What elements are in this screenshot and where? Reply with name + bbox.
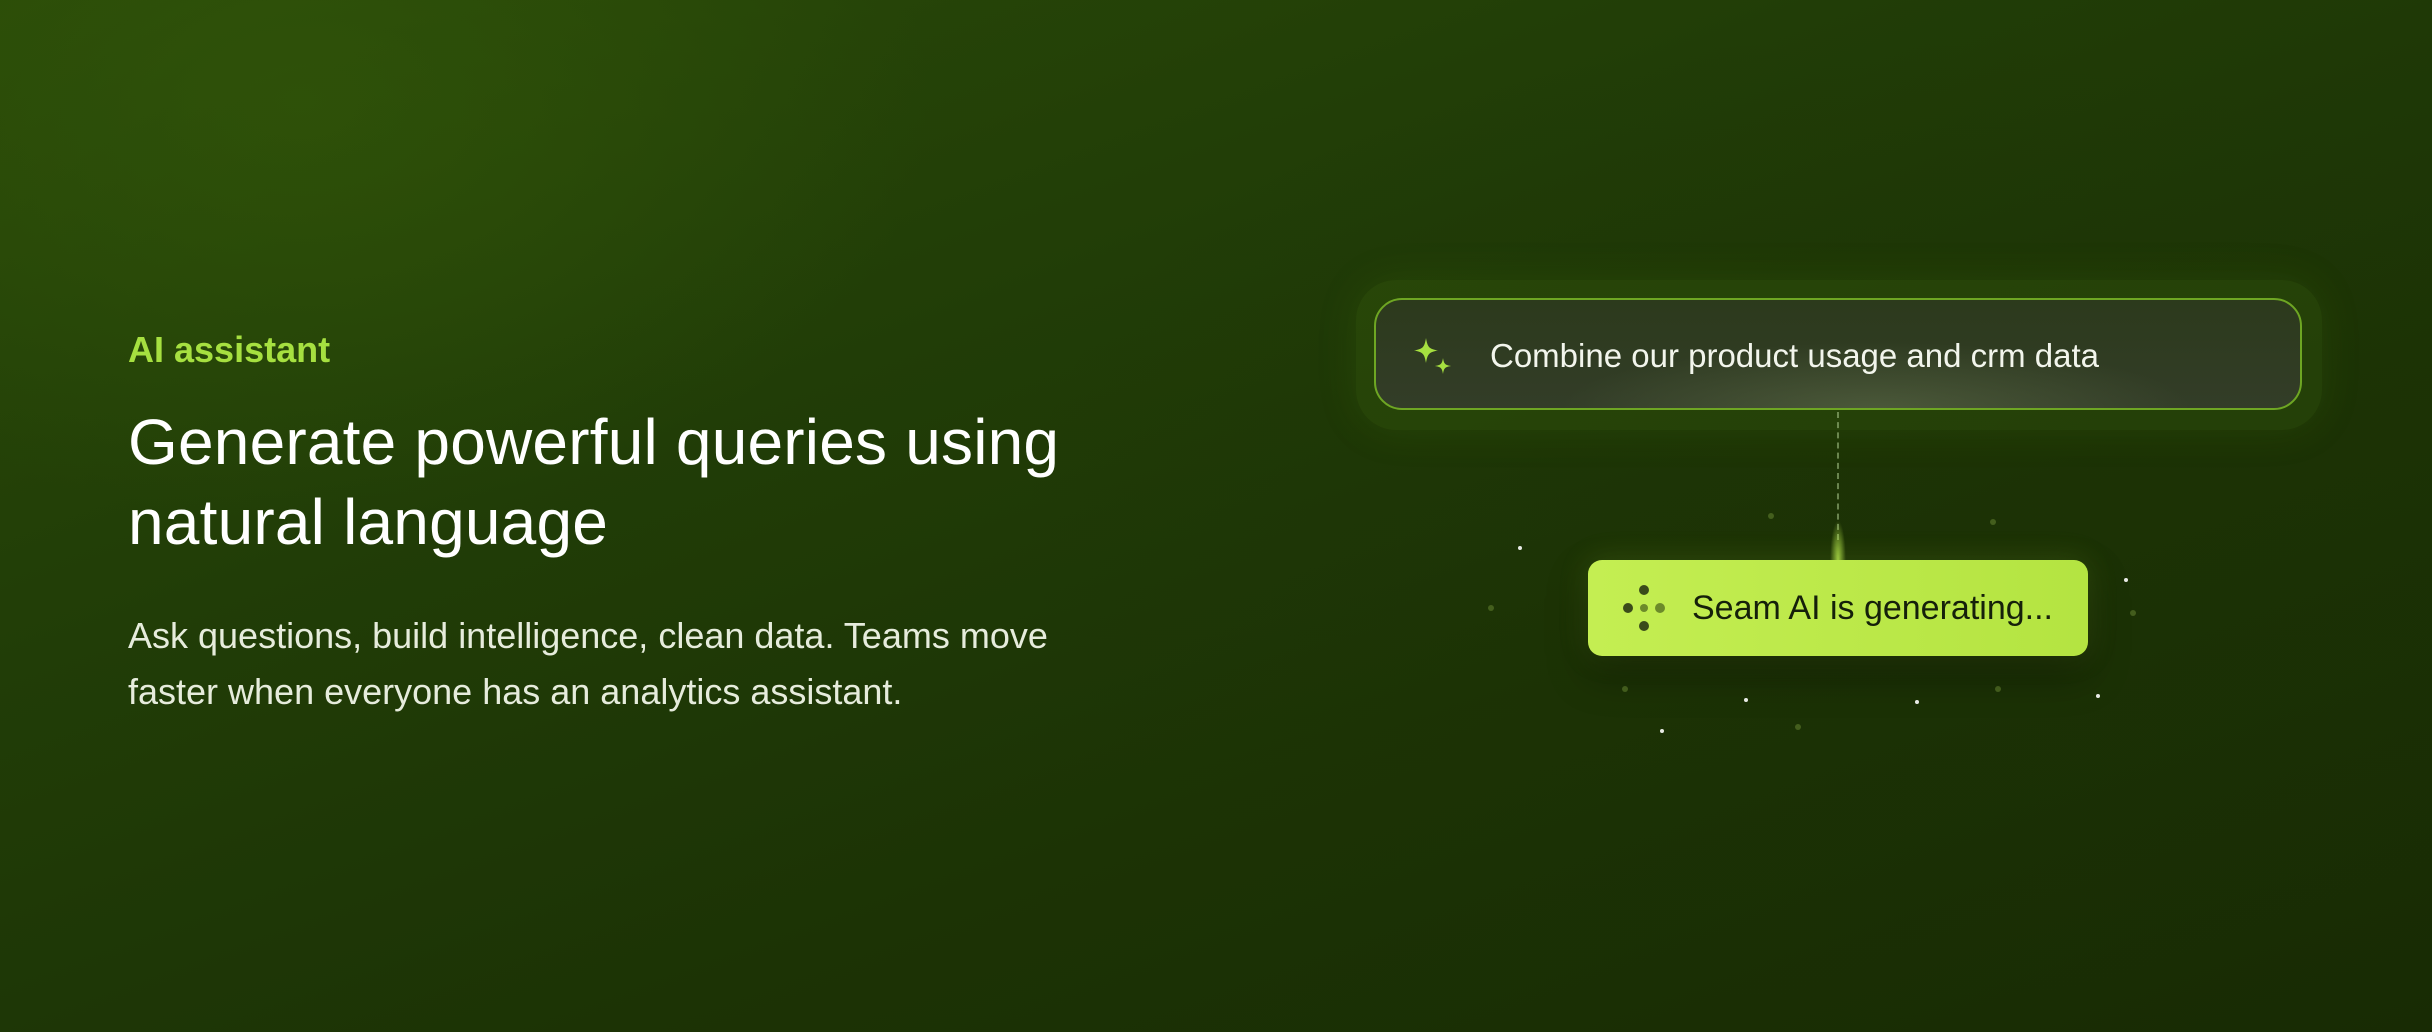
particle: [1795, 724, 1801, 730]
particle: [1995, 686, 2001, 692]
sparkle-icon: [1408, 334, 1456, 382]
particle: [1990, 519, 1996, 525]
hero-section: AI assistant Generate powerful queries u…: [128, 320, 1128, 720]
section-eyebrow: AI assistant: [128, 329, 331, 370]
particle: [2124, 578, 2128, 582]
particle: [1915, 700, 1919, 704]
connector-glow: [1830, 520, 1846, 560]
hero-subtext: Ask questions, build intelligence, clean…: [128, 615, 1048, 712]
prompt-text: Combine our product usage and crm data: [1490, 337, 2100, 374]
particle: [1744, 698, 1748, 702]
particle: [2130, 610, 2136, 616]
status-text: Seam AI is generating...: [1692, 589, 2053, 627]
hero-headline: Generate powerful queries using natural …: [128, 406, 1060, 558]
particle: [1622, 686, 1628, 692]
particle: [1768, 513, 1774, 519]
particle: [1518, 546, 1522, 550]
particle: [1488, 605, 1494, 611]
particle: [1660, 729, 1664, 733]
ai-demo-widget: Combine our product usage and crm data S…: [1356, 280, 2322, 740]
generating-status-pill: Seam AI is generating...: [1588, 560, 2088, 656]
particle: [2096, 694, 2100, 698]
prompt-input[interactable]: Combine our product usage and crm data: [1374, 298, 2302, 410]
loading-dots-icon: [1618, 582, 1670, 634]
